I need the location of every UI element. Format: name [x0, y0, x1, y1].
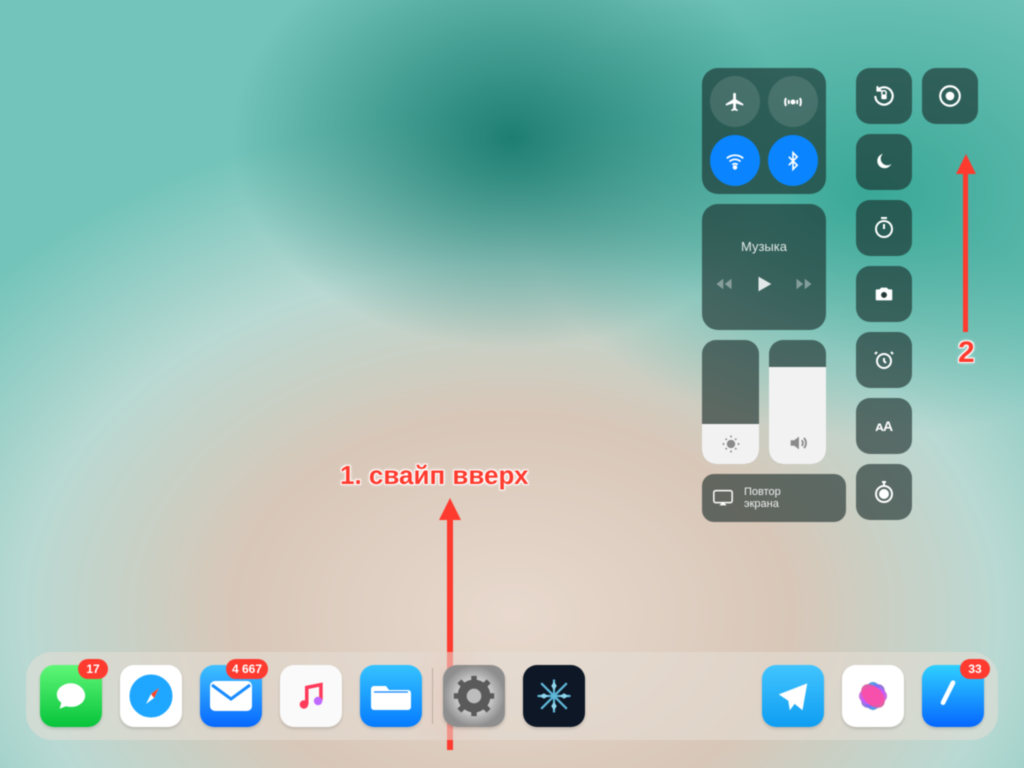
stopwatch-icon	[872, 480, 896, 504]
screen-mirror-button[interactable]: Повтор экрана	[702, 474, 846, 522]
mail-app[interactable]: 4 667	[200, 665, 262, 727]
volume-slider[interactable]	[769, 340, 826, 464]
play-icon[interactable]	[753, 272, 775, 296]
cellular-icon	[781, 90, 805, 114]
media-title: Музыка	[741, 239, 787, 254]
timer-icon	[872, 216, 896, 240]
text-size-button[interactable]: ᴀA	[856, 398, 912, 454]
music-app[interactable]	[280, 665, 342, 727]
airplay-icon	[712, 488, 734, 508]
snowflake-icon	[532, 674, 576, 718]
safari-app[interactable]	[120, 665, 182, 727]
timer-button[interactable]	[856, 200, 912, 256]
dark-app[interactable]	[523, 665, 585, 727]
brightness-icon	[702, 434, 759, 454]
appstore-app[interactable]: 33	[922, 665, 984, 727]
telegram-icon	[774, 677, 812, 715]
dock-right-group: 33	[762, 665, 984, 727]
bluetooth-toggle[interactable]	[768, 135, 818, 186]
cc-column-right	[922, 68, 978, 124]
dock: 17 4 667	[26, 652, 998, 740]
messages-badge: 17	[78, 659, 108, 679]
photos-icon	[849, 672, 897, 720]
appstore-badge: 33	[960, 659, 990, 679]
do-not-disturb-button[interactable]	[856, 134, 912, 190]
volume-icon	[769, 432, 826, 454]
brightness-slider[interactable]	[702, 340, 759, 464]
orientation-lock-button[interactable]	[856, 68, 912, 124]
appstore-icon	[933, 676, 973, 716]
messages-icon	[52, 679, 90, 713]
wifi-toggle[interactable]	[710, 135, 760, 186]
cc-column-main: Музыка Пов	[702, 68, 846, 522]
dock-separator	[432, 668, 433, 724]
mail-badge: 4 667	[226, 659, 268, 679]
annotation-step1: 1. свайп вверх	[340, 460, 528, 491]
gear-icon	[452, 674, 496, 718]
screen-record-button[interactable]	[922, 68, 978, 124]
dock-center-group	[443, 665, 585, 727]
camera-icon	[872, 283, 896, 305]
moon-icon	[873, 151, 895, 173]
settings-app[interactable]	[443, 665, 505, 727]
wifi-icon	[724, 150, 746, 172]
cc-column-tiles: ᴀA	[856, 68, 912, 520]
rewind-icon[interactable]	[713, 275, 735, 293]
camera-button[interactable]	[856, 266, 912, 322]
media-controls	[713, 272, 815, 296]
telegram-app[interactable]	[762, 665, 824, 727]
messages-app[interactable]: 17	[40, 665, 102, 727]
cellular-data-toggle[interactable]	[768, 76, 818, 127]
safari-icon	[125, 670, 177, 722]
record-icon	[937, 83, 963, 109]
alarm-icon	[872, 348, 896, 372]
photos-app[interactable]	[842, 665, 904, 727]
alarm-button[interactable]	[856, 332, 912, 388]
text-size-icon: ᴀA	[875, 418, 892, 434]
media-widget[interactable]: Музыка	[702, 204, 826, 330]
dock-left-group: 17 4 667	[40, 665, 422, 727]
annotation-step2: 2	[958, 336, 975, 370]
stopwatch-button[interactable]	[856, 464, 912, 520]
bluetooth-icon	[783, 151, 803, 171]
forward-icon[interactable]	[793, 275, 815, 293]
connectivity-group	[702, 68, 826, 194]
rotation-lock-icon	[871, 83, 897, 109]
mail-icon	[210, 681, 252, 711]
airplane-mode-toggle[interactable]	[710, 76, 760, 127]
airplane-icon	[724, 91, 746, 113]
files-app[interactable]	[360, 665, 422, 727]
folder-icon	[371, 680, 411, 712]
screen-mirror-label: Повтор экрана	[744, 486, 781, 510]
music-icon	[294, 677, 328, 715]
control-center: Музыка Пов	[702, 68, 978, 522]
sliders-group	[702, 340, 846, 464]
